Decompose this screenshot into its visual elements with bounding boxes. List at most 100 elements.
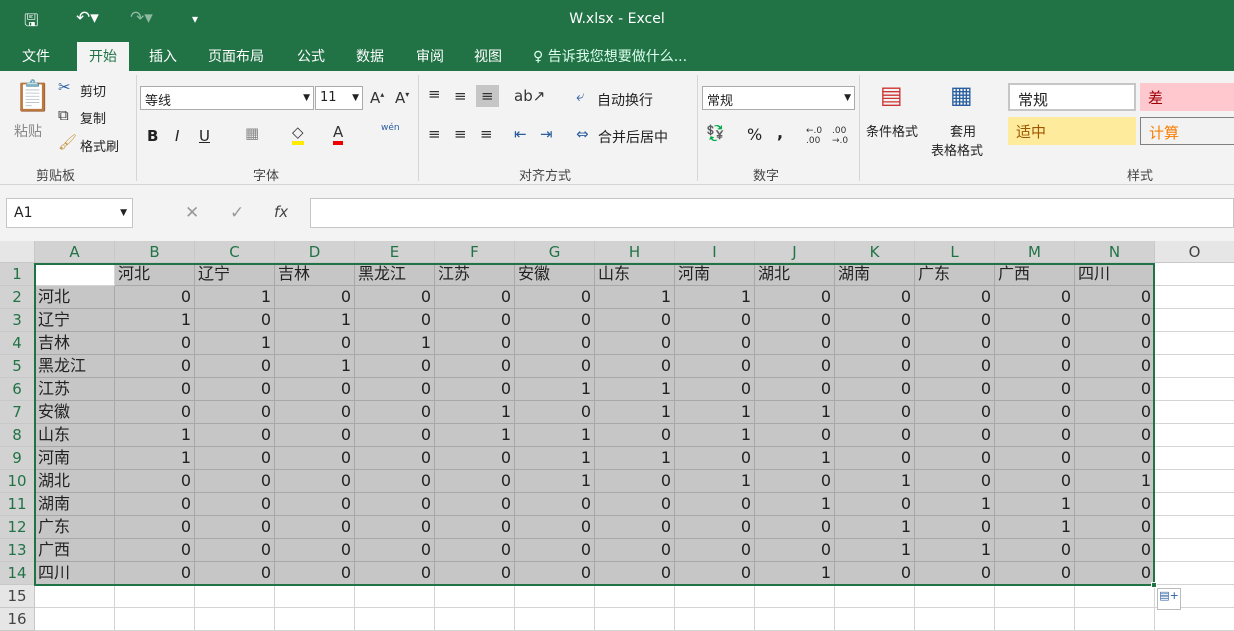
format-painter-button[interactable]: 格式刷 bbox=[80, 136, 119, 155]
paste-icon[interactable]: 📋 bbox=[14, 79, 51, 114]
cell-E3[interactable]: 0 bbox=[355, 309, 435, 332]
cell-N1[interactable]: 四川 bbox=[1075, 263, 1155, 286]
cell-L7[interactable]: 0 bbox=[915, 401, 995, 424]
tab-data[interactable]: 数据 bbox=[356, 46, 384, 66]
cell-A3[interactable]: 辽宁 bbox=[35, 309, 115, 332]
cell-J8[interactable]: 0 bbox=[755, 424, 835, 447]
cell-K7[interactable]: 0 bbox=[835, 401, 915, 424]
column-header-B[interactable]: B bbox=[115, 241, 195, 263]
cell-J16[interactable] bbox=[755, 608, 835, 631]
cell-C5[interactable]: 0 bbox=[195, 355, 275, 378]
cell-C9[interactable]: 0 bbox=[195, 447, 275, 470]
column-header-D[interactable]: D bbox=[275, 241, 355, 263]
cell-B9[interactable]: 1 bbox=[115, 447, 195, 470]
cell-L10[interactable]: 0 bbox=[915, 470, 995, 493]
cell-J14[interactable]: 1 bbox=[755, 562, 835, 585]
cell-A2[interactable]: 河北 bbox=[35, 286, 115, 309]
cell-E13[interactable]: 0 bbox=[355, 539, 435, 562]
cut-button[interactable]: 剪切 bbox=[80, 81, 106, 100]
row-header-16[interactable]: 16 bbox=[0, 608, 35, 631]
cell-M15[interactable] bbox=[995, 585, 1075, 608]
cell-O5[interactable] bbox=[1155, 355, 1234, 378]
cell-I12[interactable]: 0 bbox=[675, 516, 755, 539]
cell-G9[interactable]: 1 bbox=[515, 447, 595, 470]
cell-G16[interactable] bbox=[515, 608, 595, 631]
cell-A11[interactable]: 湖南 bbox=[35, 493, 115, 516]
cell-C4[interactable]: 1 bbox=[195, 332, 275, 355]
cell-I7[interactable]: 1 bbox=[675, 401, 755, 424]
row-header-6[interactable]: 6 bbox=[0, 378, 35, 401]
cell-D10[interactable]: 0 bbox=[275, 470, 355, 493]
cell-C3[interactable]: 0 bbox=[195, 309, 275, 332]
cell-K12[interactable]: 1 bbox=[835, 516, 915, 539]
cell-A7[interactable]: 安徽 bbox=[35, 401, 115, 424]
cell-K9[interactable]: 0 bbox=[835, 447, 915, 470]
cell-E12[interactable]: 0 bbox=[355, 516, 435, 539]
align-center-icon[interactable]: ≡ bbox=[454, 125, 467, 143]
cell-H12[interactable]: 0 bbox=[595, 516, 675, 539]
tab-file[interactable]: 文件 bbox=[22, 46, 50, 66]
cell-M7[interactable]: 0 bbox=[995, 401, 1075, 424]
cell-F8[interactable]: 1 bbox=[435, 424, 515, 447]
row-header-9[interactable]: 9 bbox=[0, 447, 35, 470]
cell-M13[interactable]: 0 bbox=[995, 539, 1075, 562]
cell-A13[interactable]: 广西 bbox=[35, 539, 115, 562]
italic-button[interactable]: I bbox=[175, 127, 179, 145]
cell-F7[interactable]: 1 bbox=[435, 401, 515, 424]
cell-A4[interactable]: 吉林 bbox=[35, 332, 115, 355]
cell-G6[interactable]: 1 bbox=[515, 378, 595, 401]
cell-I1[interactable]: 河南 bbox=[675, 263, 755, 286]
cell-K11[interactable]: 0 bbox=[835, 493, 915, 516]
cell-I16[interactable] bbox=[675, 608, 755, 631]
cell-O3[interactable] bbox=[1155, 309, 1234, 332]
row-header-13[interactable]: 13 bbox=[0, 539, 35, 562]
paste-button[interactable]: 粘贴 bbox=[14, 121, 42, 141]
cell-E15[interactable] bbox=[355, 585, 435, 608]
cell-N4[interactable]: 0 bbox=[1075, 332, 1155, 355]
phonetic-button[interactable]: wén bbox=[381, 123, 400, 133]
cell-L9[interactable]: 0 bbox=[915, 447, 995, 470]
enter-icon[interactable]: ✓ bbox=[230, 203, 244, 223]
cell-F3[interactable]: 0 bbox=[435, 309, 515, 332]
cell-K14[interactable]: 0 bbox=[835, 562, 915, 585]
cell-O2[interactable] bbox=[1155, 286, 1234, 309]
copy-button[interactable]: 复制 bbox=[80, 108, 106, 127]
cell-D15[interactable] bbox=[275, 585, 355, 608]
tab-view[interactable]: 视图 bbox=[474, 46, 502, 66]
cell-H1[interactable]: 山东 bbox=[595, 263, 675, 286]
cell-E10[interactable]: 0 bbox=[355, 470, 435, 493]
cell-B6[interactable]: 0 bbox=[115, 378, 195, 401]
cell-K13[interactable]: 1 bbox=[835, 539, 915, 562]
formula-input[interactable] bbox=[310, 198, 1234, 228]
cell-K10[interactable]: 1 bbox=[835, 470, 915, 493]
orientation-icon[interactable]: ab↗ bbox=[514, 87, 545, 105]
column-header-M[interactable]: M bbox=[995, 241, 1075, 263]
cell-O13[interactable] bbox=[1155, 539, 1234, 562]
cell-H6[interactable]: 1 bbox=[595, 378, 675, 401]
cell-F4[interactable]: 0 bbox=[435, 332, 515, 355]
cell-O12[interactable] bbox=[1155, 516, 1234, 539]
cell-N9[interactable]: 0 bbox=[1075, 447, 1155, 470]
row-header-5[interactable]: 5 bbox=[0, 355, 35, 378]
cell-M1[interactable]: 广西 bbox=[995, 263, 1075, 286]
cell-A8[interactable]: 山东 bbox=[35, 424, 115, 447]
cell-J13[interactable]: 0 bbox=[755, 539, 835, 562]
cell-C12[interactable]: 0 bbox=[195, 516, 275, 539]
cell-A14[interactable]: 四川 bbox=[35, 562, 115, 585]
cell-G14[interactable]: 0 bbox=[515, 562, 595, 585]
cell-M14[interactable]: 0 bbox=[995, 562, 1075, 585]
align-middle-icon[interactable]: ≡ bbox=[454, 87, 467, 105]
row-header-2[interactable]: 2 bbox=[0, 286, 35, 309]
cell-C2[interactable]: 1 bbox=[195, 286, 275, 309]
cell-G5[interactable]: 0 bbox=[515, 355, 595, 378]
cell-B2[interactable]: 0 bbox=[115, 286, 195, 309]
cell-L6[interactable]: 0 bbox=[915, 378, 995, 401]
cell-I11[interactable]: 0 bbox=[675, 493, 755, 516]
cell-H15[interactable] bbox=[595, 585, 675, 608]
cell-G2[interactable]: 0 bbox=[515, 286, 595, 309]
cell-B12[interactable]: 0 bbox=[115, 516, 195, 539]
cell-J11[interactable]: 1 bbox=[755, 493, 835, 516]
cell-B4[interactable]: 0 bbox=[115, 332, 195, 355]
cell-N11[interactable]: 0 bbox=[1075, 493, 1155, 516]
underline-button[interactable]: U bbox=[199, 127, 210, 145]
